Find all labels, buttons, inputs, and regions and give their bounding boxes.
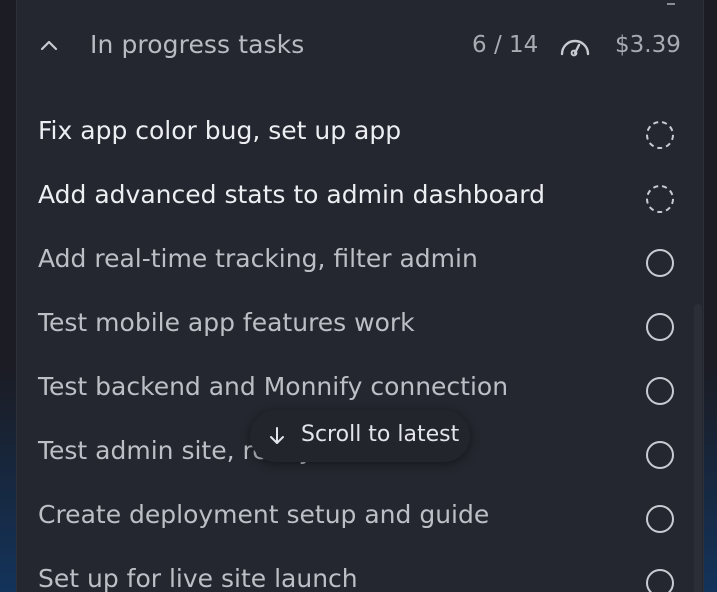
page: In progress tasks 6 / 14 $3.39 Fix app c… <box>0 0 717 592</box>
task-row[interactable]: Add real-time tracking, filter admin <box>17 230 705 294</box>
task-row[interactable]: Test mobile app features work <box>17 294 705 358</box>
chevron-up-icon <box>40 40 58 51</box>
panel-top-indicator <box>667 3 675 5</box>
task-list: Fix app color bug, set up app Add advanc… <box>17 102 705 592</box>
task-row[interactable]: Set up for live site launch <box>17 550 705 592</box>
header-title: In progress tasks <box>90 30 305 59</box>
circle-icon <box>646 313 674 341</box>
collapse-button[interactable] <box>35 32 63 60</box>
circle-icon <box>646 441 674 469</box>
task-label: Set up for live site launch <box>38 564 358 592</box>
task-count: 6 / 14 <box>472 32 539 58</box>
task-row[interactable]: Create deployment setup and guide <box>17 486 705 550</box>
circle-icon <box>646 249 674 277</box>
task-label: Fix app color bug, set up app <box>38 116 402 145</box>
circle-icon <box>646 505 674 533</box>
task-header: In progress tasks 6 / 14 $3.39 <box>17 22 705 70</box>
scrollbar[interactable] <box>694 304 702 592</box>
circle-icon <box>646 569 674 592</box>
dashed-circle-icon <box>646 185 674 213</box>
task-row[interactable]: Add advanced stats to admin dashboard <box>17 166 705 230</box>
task-panel: In progress tasks 6 / 14 $3.39 Fix app c… <box>16 0 704 592</box>
scroll-to-latest-button[interactable]: Scroll to latest <box>250 410 470 462</box>
speed-button[interactable] <box>559 31 591 61</box>
task-label: Test mobile app features work <box>38 308 415 337</box>
task-label: Add real-time tracking, filter admin <box>38 244 478 273</box>
cost-label: $3.39 <box>615 32 681 58</box>
task-label: Add advanced stats to admin dashboard <box>38 180 545 209</box>
arrow-down-icon <box>270 427 284 444</box>
speedometer-icon <box>560 39 590 57</box>
circle-icon <box>646 377 674 405</box>
scroll-to-latest-label: Scroll to latest <box>301 422 460 447</box>
task-label: Create deployment setup and guide <box>38 500 490 529</box>
dashed-circle-icon <box>646 121 674 149</box>
task-row[interactable]: Fix app color bug, set up app <box>17 102 705 166</box>
task-label: Test backend and Monnify connection <box>38 372 509 401</box>
